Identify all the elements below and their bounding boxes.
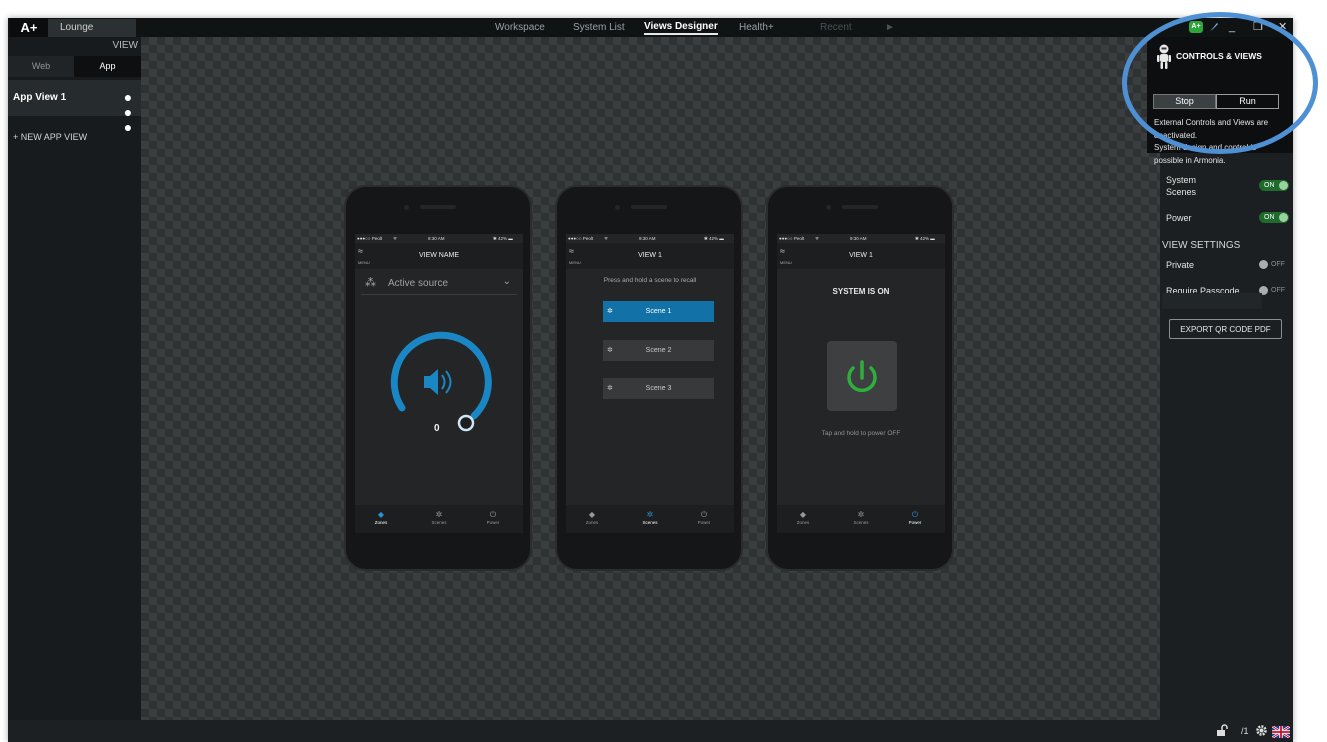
footer-zones[interactable]: ◆ Zones	[572, 510, 612, 525]
power-hint: Tap and hold to power OFF	[821, 430, 901, 437]
battery-icon: ✱ 42% ▬	[704, 236, 724, 241]
nav-health[interactable]: Health+	[739, 18, 774, 37]
phone-camera	[404, 205, 409, 210]
phone-footer: ◆ Zones ✲ Scenes ⏻ Power	[355, 505, 523, 533]
status-bar: ●●●○○ Peolt ᯤ 9:30 AM ✱ 42% ▬	[777, 234, 945, 243]
tab-lounge[interactable]: Lounge	[48, 19, 136, 37]
footer-zones[interactable]: ◆ Zones	[783, 510, 823, 525]
battery-icon: ✱ 42% ▬	[915, 236, 935, 241]
uk-flag-icon[interactable]	[1271, 725, 1291, 742]
nav-workspace[interactable]: Workspace	[495, 18, 545, 37]
view-title: VIEW 1	[849, 252, 873, 259]
wifi-icon: ᯤ	[604, 236, 609, 241]
segment-web[interactable]: Web	[8, 56, 74, 77]
phone-camera	[615, 205, 620, 210]
private-toggle[interactable]: OFF	[1259, 259, 1289, 270]
source-selector[interactable]: ⁂ Active source ⌄	[361, 274, 517, 295]
status-bar: ●●●○○ Peolt ᯤ 9:30 AM ✱ 42% ▬	[355, 234, 523, 243]
power-toggle[interactable]: ON	[1259, 212, 1289, 223]
menu-label: MENU	[358, 260, 370, 265]
page-indicator: /1	[1241, 726, 1249, 736]
app-view-label: App View 1	[13, 92, 67, 103]
power-button[interactable]	[827, 341, 897, 411]
highlight-circle	[1122, 12, 1318, 154]
phone-preview-zones[interactable]: ●●●○○ Peolt ᯤ 9:30 AM ✱ 42% ▬ ≈ MENU VIE…	[344, 185, 532, 571]
phone-footer: ◆ Zones ✲ Scenes ⏻ Power	[566, 505, 734, 533]
scene-button-2[interactable]: ✲ Scene 2	[603, 340, 714, 361]
phone-speaker	[631, 205, 667, 209]
nav-system-list[interactable]: System List	[573, 18, 625, 37]
app-logo[interactable]: A+	[10, 18, 48, 37]
phone-footer: ◆ Zones ✲ Scenes ⏻ Power	[777, 505, 945, 533]
menu-label: MENU	[780, 260, 792, 265]
footer-scenes[interactable]: ✲ Scenes	[419, 510, 459, 525]
view-settings-heading: VIEW SETTINGS	[1162, 240, 1241, 251]
phone-screen: ●●●○○ Peolt ᯤ 9:30 AM ✱ 42% ▬ ≈ MENU VIE…	[777, 234, 945, 533]
kebab-menu-icon[interactable]: ●●●	[120, 89, 136, 134]
bottom-bar: /1	[8, 720, 1293, 742]
footer-zones[interactable]: ◆ Zones	[361, 510, 401, 525]
status-carrier: ●●●○○ Peolt	[779, 236, 805, 241]
footer-power[interactable]: ⏻ Power	[895, 510, 935, 525]
phone-camera	[826, 205, 831, 210]
phone-header: ≈ MENU VIEW 1	[777, 243, 945, 269]
app-view-item[interactable]: App View 1 ●●●	[8, 80, 141, 134]
scene-instruction: Press and hold a scene to recall	[603, 277, 697, 284]
wifi-icon: ᯤ	[393, 236, 398, 241]
system-scenes-label: System Scenes	[1166, 175, 1197, 197]
private-label: Private	[1166, 260, 1195, 270]
footer-power[interactable]: ⏻ Power	[473, 510, 513, 525]
left-panel: VIEW Web App App View 1 ●●● + NEW APP VI…	[8, 37, 141, 720]
nav-views-designer[interactable]: Views Designer	[644, 18, 718, 35]
phone-preview-power[interactable]: ●●●○○ Peolt ᯤ 9:30 AM ✱ 42% ▬ ≈ MENU VIE…	[766, 185, 954, 571]
status-carrier: ●●●○○ Peolt	[568, 236, 594, 241]
battery-icon: ✱ 42% ▬	[493, 236, 513, 241]
unlock-icon[interactable]	[1216, 724, 1228, 742]
nav-recent[interactable]: Recent	[820, 18, 852, 37]
status-time: 9:30 AM	[428, 236, 445, 241]
view-title: VIEW NAME	[418, 252, 460, 259]
phone-speaker	[420, 205, 456, 209]
power-label: Power	[1166, 213, 1192, 223]
status-carrier: ●●●○○ Peolt	[357, 236, 383, 241]
status-bar: ●●●○○ Peolt ᯤ 9:30 AM ✱ 42% ▬	[566, 234, 734, 243]
status-time: 9:30 AM	[850, 236, 867, 241]
passcode-toggle[interactable]: OFF	[1259, 285, 1289, 296]
footer-scenes[interactable]: ✲ Scenes	[630, 510, 670, 525]
scene-button-1[interactable]: ✲ Scene 1	[603, 301, 714, 322]
volume-value: 0	[434, 423, 440, 434]
nav-forward-arrow[interactable]: ►	[885, 18, 895, 37]
segment-app[interactable]: App	[74, 56, 141, 77]
view-title: VIEW 1	[638, 252, 662, 259]
footer-scenes[interactable]: ✲ Scenes	[841, 510, 881, 525]
gear-icon[interactable]	[1255, 724, 1268, 742]
scene-button-3[interactable]: ✲ Scene 3	[603, 378, 714, 399]
system-scenes-toggle[interactable]: ON	[1259, 180, 1289, 191]
menu-label: MENU	[569, 260, 581, 265]
top-bar: A+ Lounge Workspace System List Views De…	[8, 18, 1293, 37]
view-label: VIEW	[112, 40, 138, 51]
system-status: SYSTEM IS ON	[832, 287, 890, 296]
chevron-down-icon: ⌄	[502, 276, 511, 287]
phone-screen: ●●●○○ Peolt ᯤ 9:30 AM ✱ 42% ▬ ≈ MENU VIE…	[566, 234, 734, 533]
phone-header: ≈ MENU VIEW 1	[566, 243, 734, 269]
power-icon	[847, 360, 877, 393]
phone-header: ≈ MENU VIEW NAME	[355, 243, 523, 269]
passcode-field[interactable]	[1162, 293, 1262, 309]
phone-screen: ●●●○○ Peolt ᯤ 9:30 AM ✱ 42% ▬ ≈ MENU VIE…	[355, 234, 523, 533]
new-app-view-button[interactable]: + NEW APP VIEW	[13, 132, 87, 142]
phone-preview-scenes[interactable]: ●●●○○ Peolt ᯤ 9:30 AM ✱ 42% ▬ ≈ MENU VIE…	[555, 185, 743, 571]
source-icon: ⁂	[365, 277, 376, 289]
export-qr-button[interactable]: EXPORT QR CODE PDF	[1169, 319, 1282, 339]
wifi-icon: ᯤ	[815, 236, 820, 241]
status-time: 9:30 AM	[639, 236, 656, 241]
footer-power[interactable]: ⏻ Power	[684, 510, 724, 525]
phone-speaker	[842, 205, 878, 209]
source-label: Active source	[388, 278, 449, 289]
